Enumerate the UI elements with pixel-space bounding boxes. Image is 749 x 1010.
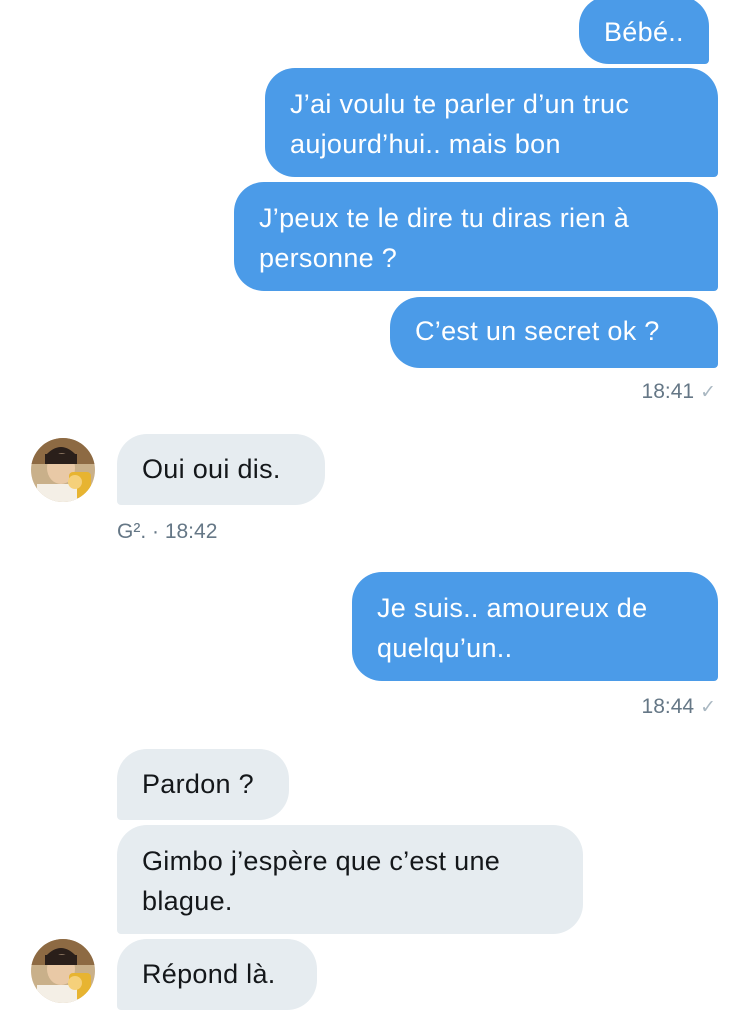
sender-meta: G². · 18:42 bbox=[117, 520, 217, 544]
message-bubble-outgoing[interactable]: J’ai voulu te parler d’un truc aujourd’h… bbox=[265, 68, 718, 177]
message-bubble-outgoing[interactable]: C’est un secret ok ? bbox=[390, 297, 718, 368]
message-bubble-incoming[interactable]: Gimbo j’espère que c’est une blague. bbox=[117, 825, 583, 934]
sender-meta-text: G². · 18:42 bbox=[117, 520, 218, 543]
message-text: Bébé.. bbox=[604, 17, 684, 47]
message-timestamp: 18:41 ✓ bbox=[642, 380, 716, 404]
message-text-line: quelqu’un.. bbox=[377, 633, 513, 663]
timestamp-text: 18:44 bbox=[641, 695, 695, 718]
message-bubble-incoming[interactable]: Répond là. bbox=[117, 939, 317, 1010]
message-text-line: Je suis.. amoureux de bbox=[377, 593, 648, 623]
message-bubble-outgoing[interactable]: Bébé.. bbox=[579, 0, 709, 64]
avatar[interactable] bbox=[31, 438, 95, 502]
message-text: Pardon ? bbox=[142, 769, 254, 799]
message-text-line: Gimbo j’espère que c’est une bbox=[142, 846, 501, 876]
message-bubble-outgoing[interactable]: J’peux te le dire tu diras rien à person… bbox=[234, 182, 718, 291]
check-icon: ✓ bbox=[700, 382, 716, 403]
avatar-photo bbox=[31, 438, 95, 502]
avatar[interactable] bbox=[31, 939, 95, 1003]
check-icon: ✓ bbox=[700, 697, 716, 718]
message-text: C’est un secret ok ? bbox=[415, 316, 660, 346]
message-text-line: personne ? bbox=[259, 243, 398, 273]
message-text-line: aujourd’hui.. mais bon bbox=[290, 129, 561, 159]
message-bubble-outgoing[interactable]: Je suis.. amoureux de quelqu’un.. bbox=[352, 572, 718, 681]
timestamp-text: 18:41 bbox=[641, 380, 695, 403]
avatar-photo bbox=[31, 939, 95, 1003]
message-text-line: J’ai voulu te parler d’un truc bbox=[290, 89, 630, 119]
message-bubble-incoming[interactable]: Pardon ? bbox=[117, 749, 289, 820]
message-text-line: blague. bbox=[142, 886, 233, 916]
message-timestamp: 18:44 ✓ bbox=[642, 695, 716, 719]
message-text: Oui oui dis. bbox=[142, 454, 281, 484]
message-text-line: J’peux te le dire tu diras rien à bbox=[259, 203, 630, 233]
message-text: Répond là. bbox=[142, 959, 276, 989]
message-bubble-incoming[interactable]: Oui oui dis. bbox=[117, 434, 325, 505]
